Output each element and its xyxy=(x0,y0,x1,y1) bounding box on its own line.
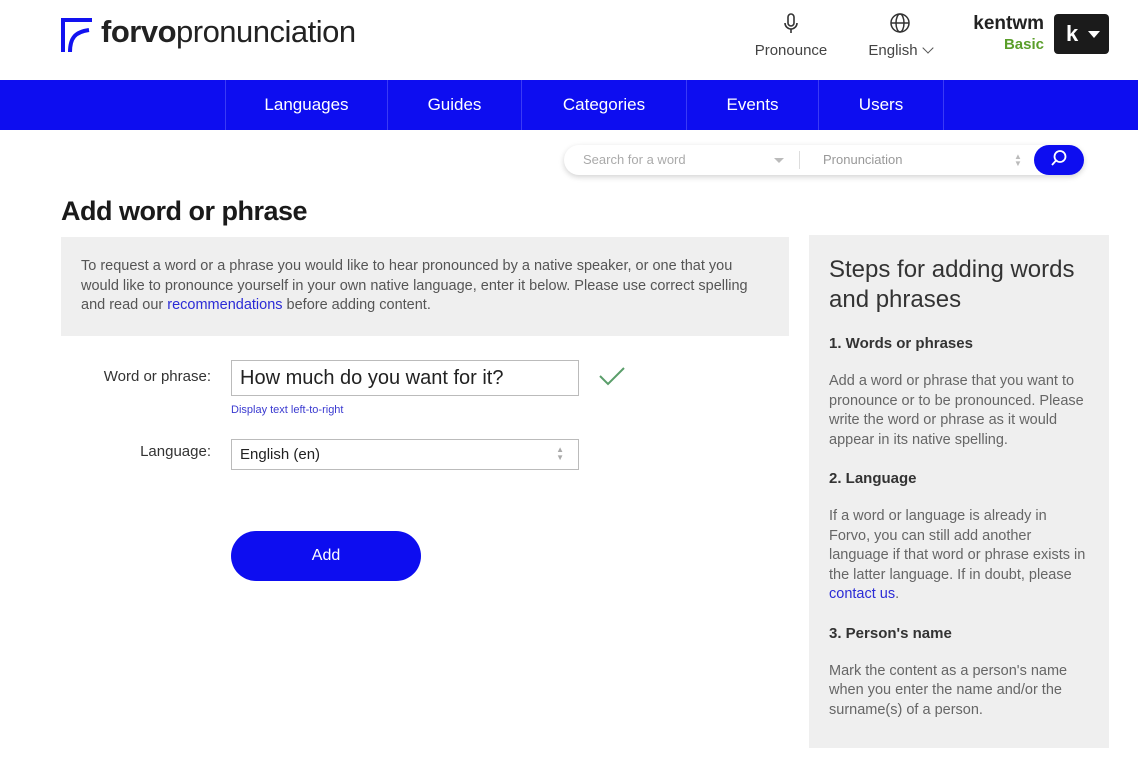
search-divider xyxy=(799,151,800,169)
search-icon xyxy=(1050,149,1068,172)
language-select[interactable]: English (en) ▲ ▼ xyxy=(231,439,579,470)
step1-title: 1. Words or phrases xyxy=(829,335,973,352)
sidebar-title: Steps for adding words and phrases xyxy=(829,256,1075,313)
search-bar: Search for a word Pronunciation ▲ ▼ xyxy=(564,145,1084,175)
recommendations-link[interactable]: recommendations xyxy=(167,297,282,313)
chevron-down-icon xyxy=(921,42,934,54)
main-nav: Languages Guides Categories Events Users xyxy=(0,80,1138,130)
search-input[interactable]: Search for a word xyxy=(583,152,686,167)
forvo-logo-icon xyxy=(61,18,93,53)
contact-us-link[interactable]: contact us xyxy=(829,586,895,602)
pronounce-link[interactable]: Pronounce xyxy=(752,12,830,59)
logo-text: forvopronunciation xyxy=(101,12,356,52)
language-select-value: English (en) xyxy=(240,446,321,463)
checkmark-icon xyxy=(598,365,626,392)
nav-item-users[interactable]: Users xyxy=(819,80,944,130)
nav-item-categories[interactable]: Categories xyxy=(522,80,687,130)
search-button[interactable] xyxy=(1034,145,1084,175)
nav-item-languages[interactable]: Languages xyxy=(226,80,388,130)
intro-box: To request a word or a phrase you would … xyxy=(61,237,789,336)
step1-text: Add a word or phrase that you want to pr… xyxy=(829,373,1084,448)
logo-text-bold: forvo xyxy=(101,14,177,49)
avatar-letter: k xyxy=(1066,21,1079,46)
nav-item-events[interactable]: Events xyxy=(687,80,819,130)
step2-text-end: . xyxy=(895,586,900,602)
display-ltr-link[interactable]: Display text left-to-right xyxy=(231,404,343,416)
intro-text-end: before adding content. xyxy=(282,297,431,313)
word-label: Word or phrase: xyxy=(103,368,211,385)
language-label: English xyxy=(868,42,918,59)
step2-text-block: If a word or language is already in Forv… xyxy=(829,507,1089,605)
logo-text-rest: pronunciation xyxy=(176,14,356,49)
user-menu-button[interactable]: k xyxy=(1054,14,1109,54)
step3-title: 3. Person's name xyxy=(829,624,952,642)
user-info[interactable]: kentwm Basic xyxy=(973,13,1044,54)
pronounce-label: Pronounce xyxy=(754,42,828,59)
language-field-label: Language: xyxy=(140,443,211,460)
nav-item-guides[interactable]: Guides xyxy=(388,80,522,130)
language-selector[interactable]: English xyxy=(862,12,938,59)
nav-items: Languages Guides Categories Events Users xyxy=(225,80,944,130)
page-title: Add word or phrase xyxy=(61,196,308,226)
word-input[interactable]: How much do you want for it? xyxy=(231,360,579,396)
plan-badge: Basic xyxy=(1003,36,1044,53)
step3-text: Mark the content as a person's name when… xyxy=(829,662,1068,718)
add-button[interactable]: Add xyxy=(231,531,421,581)
site-header: forvopronunciation Pronounce English ken… xyxy=(0,0,1138,80)
globe-icon xyxy=(862,12,938,36)
username: kentwm xyxy=(973,13,1044,34)
forvo-logo[interactable]: forvopronunciation xyxy=(61,12,356,53)
select-arrows-icon: ▲ ▼ xyxy=(1014,152,1022,168)
step2-title: 2. Language xyxy=(829,470,917,487)
steps-sidebar: Steps for adding words and phrases 1. Wo… xyxy=(809,235,1109,748)
microphone-icon xyxy=(752,12,830,36)
search-dropdown-caret-icon[interactable] xyxy=(774,158,784,163)
search-type-select[interactable]: Pronunciation xyxy=(823,152,903,167)
step2-text: If a word or language is already in Forv… xyxy=(829,508,1086,583)
select-arrows-icon: ▲ ▼ xyxy=(556,445,564,462)
caret-down-icon xyxy=(1088,30,1101,38)
